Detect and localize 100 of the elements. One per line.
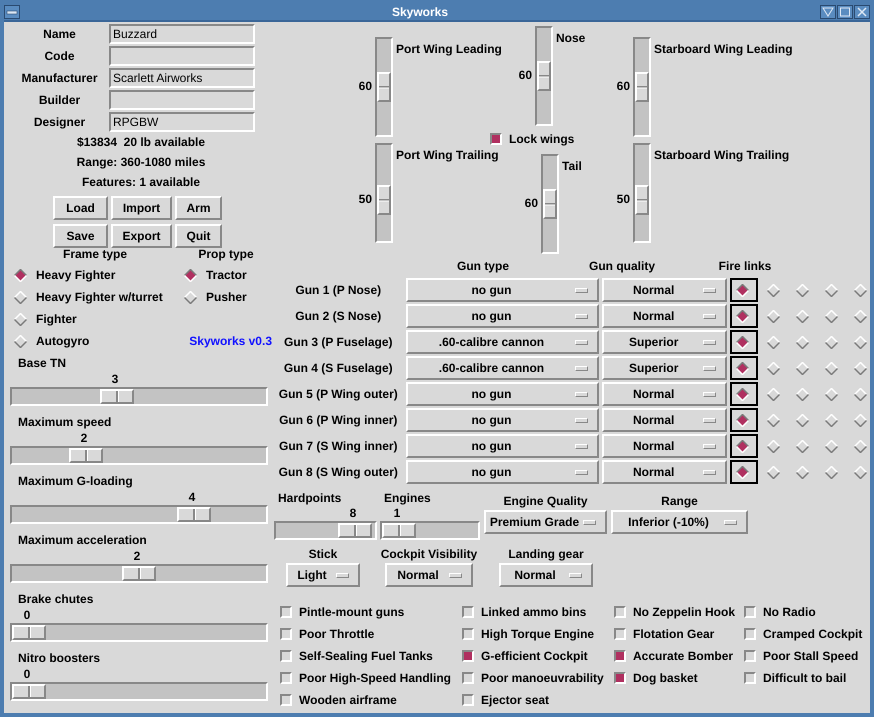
checkbox-label[interactable]: G-efficient Cockpit	[481, 649, 588, 663]
radio-button[interactable]	[796, 336, 808, 348]
action-button[interactable]: Load	[53, 196, 108, 220]
slider-thumb[interactable]	[338, 523, 372, 538]
radio-button[interactable]	[736, 284, 749, 296]
radio-button[interactable]	[796, 362, 808, 374]
checkbox[interactable]	[280, 694, 292, 706]
radio-button[interactable]	[184, 290, 197, 304]
slider-thumb[interactable]	[100, 389, 134, 404]
dropdown[interactable]: Normal	[385, 563, 473, 587]
slider-track[interactable]	[10, 682, 268, 701]
checkbox-label[interactable]: Cramped Cockpit	[763, 627, 862, 641]
action-button[interactable]: Save	[53, 224, 108, 248]
radio-button[interactable]	[854, 284, 866, 296]
radio-button[interactable]	[766, 336, 780, 348]
gun-type-dropdown[interactable]: .60-calibre cannon	[406, 330, 600, 354]
dropdown[interactable]: Normal	[499, 563, 593, 587]
action-button[interactable]: Arm	[175, 196, 222, 220]
text-field[interactable]	[109, 46, 255, 66]
radio-label[interactable]: Tractor	[206, 268, 247, 282]
slider-thumb[interactable]	[377, 72, 391, 102]
slider-track[interactable]	[10, 505, 268, 524]
checkbox[interactable]	[614, 628, 626, 640]
checkbox-label[interactable]: Ejector seat	[481, 693, 550, 707]
slider-thumb[interactable]	[635, 185, 649, 215]
gun-quality-dropdown[interactable]: Normal	[602, 304, 727, 328]
action-button[interactable]: Export	[111, 224, 172, 248]
gun-quality-dropdown[interactable]: Normal	[602, 434, 727, 458]
slider-thumb[interactable]	[382, 523, 416, 538]
checkbox[interactable]	[462, 650, 474, 662]
radio-button[interactable]	[854, 336, 866, 348]
radio-button[interactable]	[796, 466, 808, 478]
radio-button[interactable]	[796, 414, 808, 426]
checkbox[interactable]	[744, 628, 756, 640]
checkbox-label[interactable]: Flotation Gear	[633, 627, 714, 641]
checkbox[interactable]	[744, 672, 756, 684]
slider-thumb[interactable]	[69, 448, 103, 463]
radio-button[interactable]	[736, 440, 749, 452]
action-button[interactable]: Quit	[175, 224, 222, 248]
checkbox[interactable]	[614, 650, 626, 662]
maximize-icon[interactable]	[837, 4, 853, 18]
slider-track[interactable]	[535, 26, 553, 126]
checkbox-label[interactable]: Poor Throttle	[299, 627, 374, 641]
slider-track[interactable]	[10, 387, 268, 406]
text-field[interactable]: RPGBW	[109, 112, 255, 132]
radio-button[interactable]	[736, 336, 749, 348]
radio-button[interactable]	[824, 388, 838, 400]
gun-type-dropdown[interactable]: no gun	[406, 434, 600, 458]
slider-track[interactable]	[380, 521, 480, 540]
checkbox[interactable]	[462, 672, 474, 684]
slider-track[interactable]	[633, 37, 651, 137]
checkbox[interactable]	[744, 650, 756, 662]
checkbox[interactable]	[744, 606, 756, 618]
slider-track[interactable]	[375, 143, 393, 243]
radio-button[interactable]	[14, 312, 27, 326]
radio-button[interactable]	[854, 466, 866, 478]
radio-label[interactable]: Heavy Fighter w/turret	[36, 290, 163, 304]
radio-button[interactable]	[824, 414, 838, 426]
text-field[interactable]	[109, 90, 255, 110]
checkbox-label[interactable]: High Torque Engine	[481, 627, 594, 641]
radio-button[interactable]	[766, 388, 780, 400]
radio-label[interactable]: Autogyro	[36, 334, 90, 348]
gun-quality-dropdown[interactable]: Normal	[602, 278, 727, 302]
checkbox[interactable]	[280, 628, 292, 640]
slider-track[interactable]	[10, 623, 268, 642]
radio-button[interactable]	[824, 362, 838, 374]
dropdown[interactable]: Premium Grade	[484, 510, 607, 534]
slider-thumb[interactable]	[635, 72, 649, 102]
checkbox[interactable]	[462, 606, 474, 618]
checkbox-label[interactable]: Pintle-mount guns	[299, 605, 404, 619]
gun-type-dropdown[interactable]: no gun	[406, 304, 600, 328]
slider-thumb[interactable]	[377, 185, 391, 215]
gun-quality-dropdown[interactable]: Superior	[602, 356, 727, 380]
radio-button[interactable]	[14, 290, 27, 304]
slider-thumb[interactable]	[177, 507, 211, 522]
gun-type-dropdown[interactable]: .60-calibre cannon	[406, 356, 600, 380]
checkbox-label[interactable]: Poor manoeuvrability	[481, 671, 604, 685]
checkbox-label[interactable]: No Zeppelin Hook	[633, 605, 735, 619]
radio-button[interactable]	[796, 310, 808, 322]
checkbox-label[interactable]: Lock wings	[509, 132, 574, 146]
checkbox-label[interactable]: Self-Sealing Fuel Tanks	[299, 649, 433, 663]
radio-label[interactable]: Fighter	[36, 312, 77, 326]
slider-thumb[interactable]	[12, 625, 46, 640]
gun-type-dropdown[interactable]: no gun	[406, 382, 600, 406]
checkbox[interactable]	[490, 133, 502, 145]
gun-type-dropdown[interactable]: no gun	[406, 408, 600, 432]
checkbox-label[interactable]: Poor High-Speed Handling	[299, 671, 451, 685]
radio-button[interactable]	[824, 336, 838, 348]
checkbox[interactable]	[462, 694, 474, 706]
close-icon[interactable]	[854, 4, 870, 18]
radio-button[interactable]	[766, 466, 780, 478]
radio-button[interactable]	[766, 440, 780, 452]
checkbox[interactable]	[280, 606, 292, 618]
checkbox[interactable]	[614, 672, 626, 684]
checkbox-label[interactable]: No Radio	[763, 605, 816, 619]
checkbox-label[interactable]: Wooden airframe	[299, 693, 397, 707]
radio-button[interactable]	[854, 310, 866, 322]
shade-icon[interactable]	[820, 4, 836, 18]
checkbox[interactable]	[280, 672, 292, 684]
radio-button[interactable]	[14, 334, 27, 348]
